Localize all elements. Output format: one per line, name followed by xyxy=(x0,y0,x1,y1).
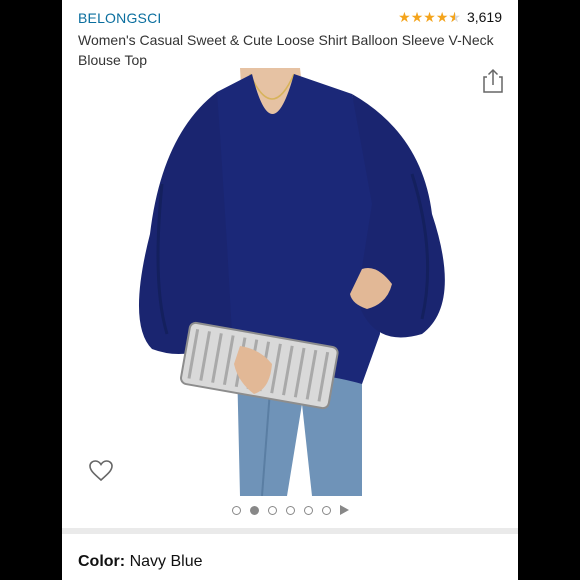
product-image[interactable] xyxy=(122,64,462,496)
color-selection: Color: Navy Blue xyxy=(78,553,202,571)
carousel-dot[interactable] xyxy=(231,505,241,515)
color-value: Navy Blue xyxy=(129,553,203,570)
color-label: Color: xyxy=(78,553,126,570)
share-button[interactable] xyxy=(482,68,504,94)
carousel-dot[interactable] xyxy=(267,505,277,515)
star-icon: ★ xyxy=(423,9,436,25)
review-count: 3,619 xyxy=(466,9,502,25)
star-rating: ★ ★ ★ ★ ★ xyxy=(398,10,461,24)
star-icon: ★ xyxy=(435,9,449,25)
half-star-icon: ★ xyxy=(448,10,461,24)
carousel-dot[interactable] xyxy=(303,505,313,515)
carousel-dot[interactable] xyxy=(285,505,295,515)
wishlist-button[interactable] xyxy=(88,458,114,484)
carousel-dot[interactable] xyxy=(321,505,331,515)
brand-link[interactable]: BELONGSCI xyxy=(78,10,162,26)
star-icon: ★ xyxy=(398,9,411,25)
product-panel: BELONGSCI ★ ★ ★ ★ ★ 3,619 Women's Casual… xyxy=(62,0,518,580)
heart-icon xyxy=(89,460,113,482)
play-icon[interactable] xyxy=(339,505,349,515)
rating-summary[interactable]: ★ ★ ★ ★ ★ 3,619 xyxy=(398,9,502,25)
star-icon: ★ xyxy=(410,9,424,25)
carousel-dot-active[interactable] xyxy=(249,505,259,515)
share-icon xyxy=(483,68,503,93)
section-divider xyxy=(62,528,518,534)
image-carousel-indicator xyxy=(62,505,518,515)
